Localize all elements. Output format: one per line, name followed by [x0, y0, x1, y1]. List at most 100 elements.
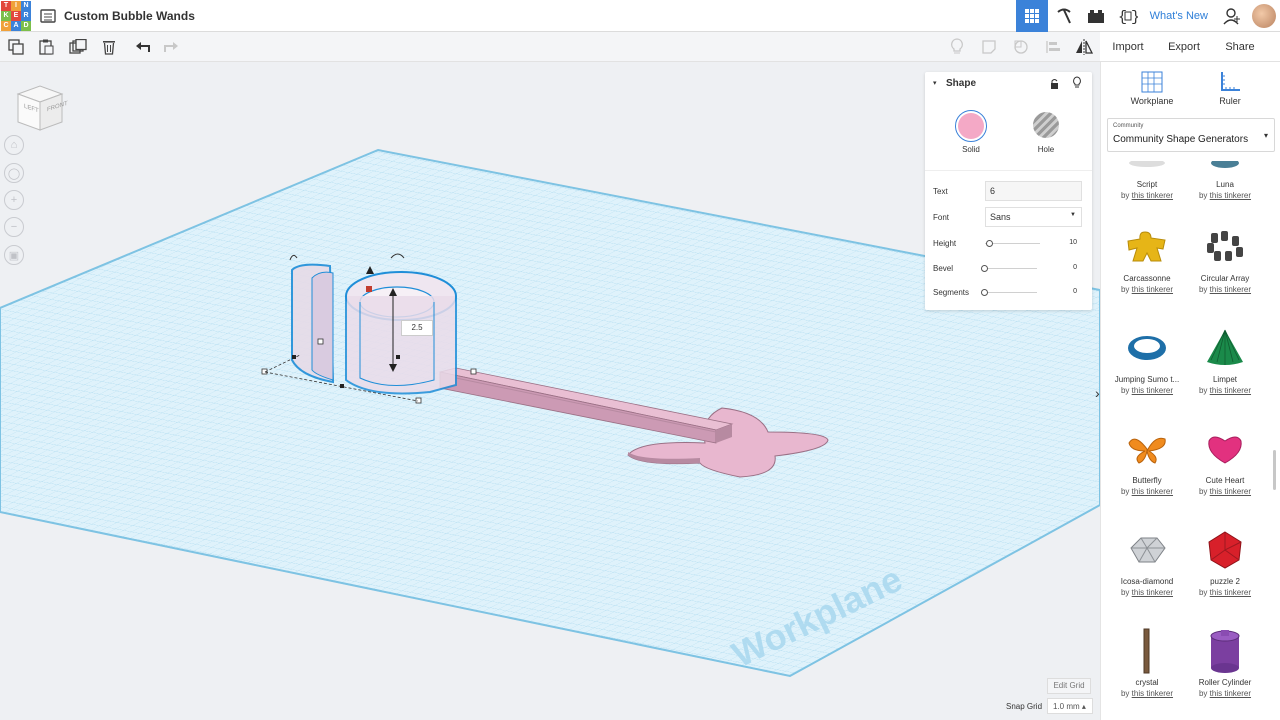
- edit-grid-button[interactable]: Edit Grid: [1047, 678, 1091, 694]
- shape-author: by this tinkerer: [1120, 386, 1174, 395]
- font-select[interactable]: Sans ▼: [985, 207, 1082, 227]
- edit-toolbar: [0, 32, 1100, 62]
- delete-icon[interactable]: [100, 38, 118, 56]
- puzzle-icon: [1185, 525, 1265, 575]
- logo-letter: D: [21, 20, 31, 31]
- shape-author: by this tinkerer: [1198, 191, 1252, 200]
- note-icon[interactable]: [980, 38, 998, 56]
- avatar[interactable]: [1252, 4, 1276, 28]
- font-select-value: Sans: [990, 212, 1011, 222]
- shape-author: by this tinkerer: [1198, 689, 1252, 698]
- shape-author: by this tinkerer: [1198, 588, 1252, 597]
- segments-slider[interactable]: [982, 292, 1037, 293]
- pickaxe-icon[interactable]: [1048, 0, 1080, 32]
- design-title[interactable]: Custom Bubble Wands: [64, 9, 195, 23]
- shape-name: Script: [1136, 180, 1158, 189]
- shape-puzzle-2[interactable]: puzzle 2 by this tinkerer: [1185, 525, 1265, 597]
- bevel-slider[interactable]: [982, 268, 1037, 269]
- zoom-out-icon[interactable]: −: [4, 217, 24, 237]
- tinkercad-logo[interactable]: T I N K E R C A D: [1, 0, 31, 31]
- shapes-panel: Workplane Ruler Community Community Shap…: [1100, 62, 1280, 720]
- show-icon[interactable]: [948, 38, 966, 56]
- hole-label: Hole: [1037, 145, 1055, 154]
- snap-grid-label: Snap Grid: [1006, 702, 1043, 711]
- shape-crystal[interactable]: crystal by this tinkerer: [1107, 626, 1187, 698]
- segments-slider-knob[interactable]: [981, 289, 988, 296]
- shape-butterfly[interactable]: Butterfly by this tinkerer: [1107, 424, 1187, 496]
- hole-button[interactable]: [1033, 112, 1059, 138]
- redo-icon[interactable]: [163, 38, 181, 56]
- shape-jumping-sumo[interactable]: Jumping Sumo t... by this tinkerer: [1107, 323, 1187, 395]
- shape-limpet[interactable]: Limpet by this tinkerer: [1185, 323, 1265, 395]
- logo-letter: A: [11, 20, 21, 31]
- shape-name: Circular Array: [1200, 274, 1250, 283]
- lego-brick-icon[interactable]: [1080, 0, 1112, 32]
- scrollbar[interactable]: [1273, 450, 1276, 490]
- share-button[interactable]: Share: [1212, 41, 1268, 53]
- shape-inspector: ▾ Shape Solid Hole Text 6 Font Sans ▼ He…: [925, 72, 1092, 310]
- shape-cute-heart[interactable]: Cute Heart by this tinkerer: [1185, 424, 1265, 496]
- text-param-field[interactable]: 6: [985, 181, 1082, 201]
- dimension-input[interactable]: 2.5: [401, 320, 433, 336]
- duplicate-icon[interactable]: [69, 38, 87, 56]
- shape-author: by this tinkerer: [1198, 285, 1252, 294]
- expand-panel-icon[interactable]: ›: [1095, 385, 1100, 401]
- shape-luna[interactable]: Luna by this tinkerer: [1185, 154, 1265, 200]
- align-icon[interactable]: [1044, 38, 1062, 56]
- shape-carcassonne[interactable]: Carcassonne by this tinkerer: [1107, 222, 1187, 294]
- butterfly-icon: [1107, 424, 1187, 474]
- copy-icon[interactable]: [7, 38, 25, 56]
- design-list-icon[interactable]: [40, 8, 56, 24]
- segments-param-label: Segments: [933, 288, 970, 297]
- snap-grid-select[interactable]: 1.0 mm ▴: [1047, 698, 1093, 714]
- shape-script[interactable]: Script by this tinkerer: [1107, 154, 1187, 200]
- lock-icon[interactable]: [1050, 77, 1059, 95]
- shape-name: Roller Cylinder: [1198, 678, 1252, 687]
- icosa-diamond-icon: [1107, 525, 1187, 575]
- shape-icosa-diamond[interactable]: Icosa-diamond by this tinkerer: [1107, 525, 1187, 597]
- home-icon[interactable]: ⌂: [4, 135, 24, 155]
- shape-circular-array[interactable]: Circular Array by this tinkerer: [1185, 222, 1265, 294]
- whats-new-link[interactable]: What's New: [1144, 10, 1216, 22]
- export-button[interactable]: Export: [1156, 41, 1212, 53]
- font-param-label: Font: [933, 213, 950, 222]
- mirror-icon[interactable]: [1075, 38, 1093, 56]
- script-icon: [1107, 154, 1187, 178]
- chevron-down-icon: ▾: [1263, 131, 1268, 140]
- logo-letter: K: [1, 10, 11, 21]
- shape-roller-cylinder[interactable]: Roller Cylinder by this tinkerer: [1185, 626, 1265, 698]
- grid-view-icon[interactable]: [1015, 0, 1048, 32]
- perspective-icon[interactable]: ▣: [4, 245, 24, 265]
- top-bar: T I N K E R C A D Custom Bubble Wands {}…: [0, 0, 1280, 32]
- ruler-tool[interactable]: Ruler: [1200, 70, 1260, 106]
- light-bulb-icon[interactable]: [1072, 76, 1082, 94]
- collapse-icon[interactable]: ▾: [933, 79, 937, 87]
- shape-name: Butterfly: [1132, 476, 1162, 485]
- solid-swatch: [958, 113, 984, 139]
- shape-name: Carcassonne: [1123, 274, 1171, 283]
- logo-letter: C: [1, 20, 11, 31]
- undo-icon[interactable]: [133, 38, 151, 56]
- logo-letter: E: [11, 10, 21, 21]
- shape-category-dropdown[interactable]: Community Community Shape Generators ▾: [1107, 118, 1275, 152]
- bevel-value: 0: [1073, 264, 1077, 271]
- shape-name: Icosa-diamond: [1120, 577, 1174, 586]
- jumping-sumo-icon: [1107, 323, 1187, 373]
- shape-author: by this tinkerer: [1120, 487, 1174, 496]
- hide-icon[interactable]: [1012, 38, 1030, 56]
- workplane-tool[interactable]: Workplane: [1122, 70, 1182, 106]
- bevel-slider-knob[interactable]: [981, 265, 988, 272]
- solid-button[interactable]: [955, 110, 987, 142]
- paste-icon[interactable]: [37, 38, 55, 56]
- fit-icon[interactable]: ◯: [4, 163, 24, 183]
- view-cube[interactable]: LEFT FRONT: [14, 84, 68, 134]
- logo-letter: N: [21, 0, 31, 11]
- codeblocks-icon[interactable]: {}: [1112, 0, 1144, 32]
- add-user-icon[interactable]: [1216, 0, 1248, 32]
- import-button[interactable]: Import: [1100, 41, 1156, 53]
- ruler-tool-label: Ruler: [1219, 96, 1241, 106]
- height-slider-knob[interactable]: [986, 240, 993, 247]
- height-slider[interactable]: [985, 243, 1040, 244]
- bevel-param-label: Bevel: [933, 264, 954, 273]
- zoom-in-icon[interactable]: +: [4, 190, 24, 210]
